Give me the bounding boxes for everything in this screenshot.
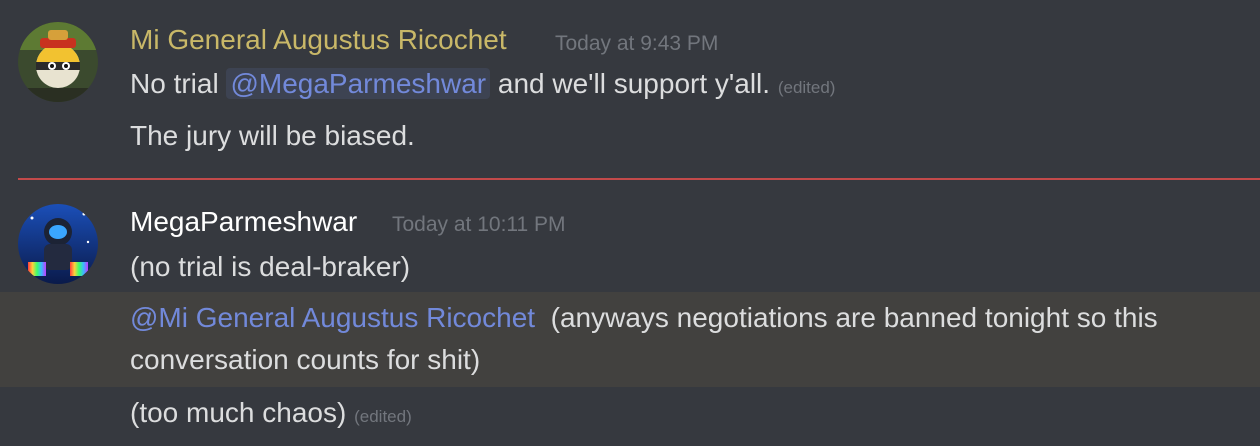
- avatar[interactable]: [18, 22, 98, 102]
- message-line: (no trial is deal-braker): [130, 251, 411, 282]
- message-line: @Mi General Augustus Ricochet (anyways n…: [130, 302, 1158, 334]
- message-text: No trial: [130, 68, 227, 99]
- new-messages-divider: [18, 178, 1260, 180]
- message-line: (too much chaos) (edited): [130, 397, 412, 429]
- edited-marker: (edited): [354, 407, 412, 426]
- message-line: conversation counts for shit): [130, 344, 481, 375]
- message-line: The jury will be biased.: [130, 120, 415, 151]
- user-mention[interactable]: @Mi General Augustus Ricochet: [130, 302, 535, 333]
- astronaut-avatar-icon: [18, 204, 98, 284]
- chat-messages: Mi General Augustus Ricochet Today at 9:…: [0, 0, 1260, 446]
- avatar[interactable]: [18, 204, 98, 284]
- user-mention[interactable]: @MegaParmeshwar: [226, 68, 491, 99]
- message-author[interactable]: MegaParmeshwar: [130, 206, 357, 238]
- countryball-avatar-icon: [18, 22, 98, 102]
- message-timestamp: Today at 10:11 PM: [392, 213, 566, 236]
- message-text: (too much chaos): [130, 397, 347, 428]
- message-author[interactable]: Mi General Augustus Ricochet: [130, 24, 507, 56]
- message-text: and we'll support y'all.: [490, 68, 771, 99]
- message-timestamp: Today at 9:43 PM: [555, 32, 719, 55]
- edited-marker: (edited): [777, 78, 836, 97]
- message-line: No trial @MegaParmeshwar and we'll suppo…: [130, 68, 835, 100]
- message-text: (anyways negotiations are banned tonight…: [550, 302, 1158, 333]
